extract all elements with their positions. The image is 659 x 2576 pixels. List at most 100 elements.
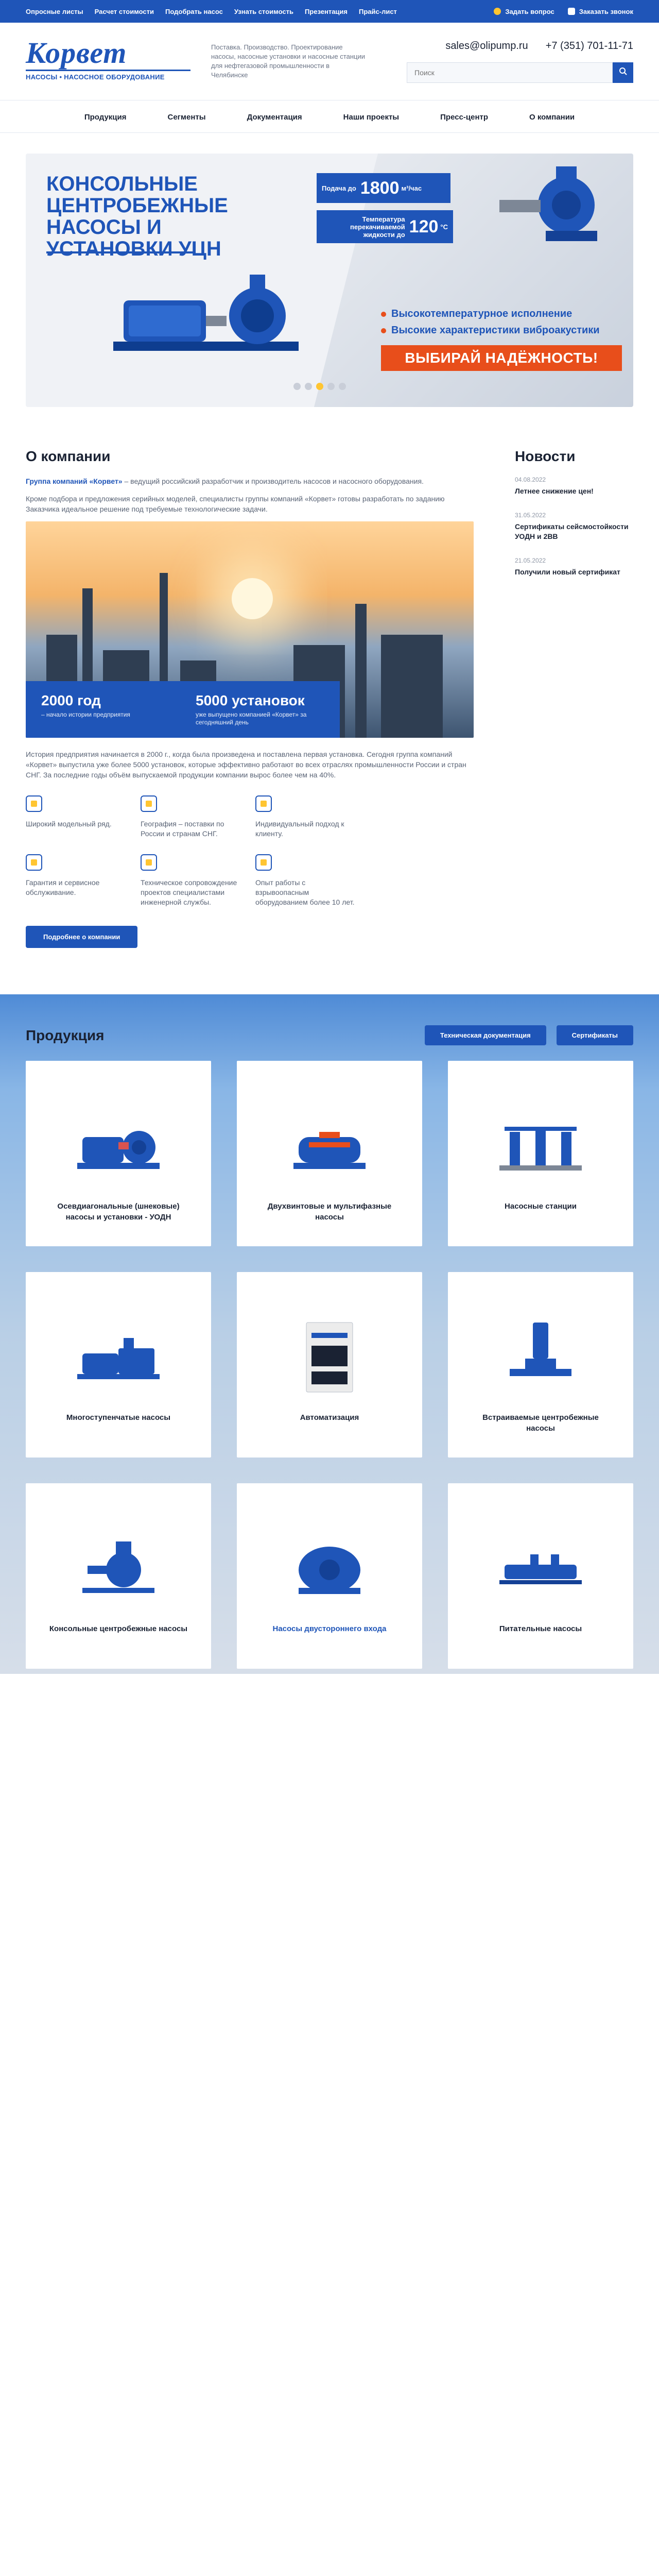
product-card-twin-screw[interactable]: Двухвинтовые и мультифазные насосы [237,1061,422,1246]
catalog-icon [26,795,42,812]
stat-units: 5000 установок уже выпущено компанией «К… [196,692,324,726]
product-card-console[interactable]: Консольные центробежные насосы [26,1483,211,1669]
inline-pump-icon [510,1323,571,1376]
header-contacts: sales@olipump.ru +7 (351) 701-11-71 [407,40,633,83]
banner-cta: ВЫБИРАЙ НАДЁЖНОСТЬ! [381,345,622,371]
ask-question-label: Задать вопрос [505,7,554,15]
certificates-button[interactable]: Сертификаты [556,1025,633,1045]
product-card-double-suction[interactable]: Насосы двустороннего входа [237,1483,422,1669]
nav-about[interactable]: О компании [529,113,575,122]
nav-press-center[interactable]: Пресс-центр [440,113,488,122]
pump-illustration [113,275,299,351]
pump-station-icon [499,1127,582,1171]
top-link-get-price[interactable]: Узнать стоимость [234,8,293,15]
about-brand: Группа компаний «Корвет» [26,477,123,485]
nav-segments[interactable]: Сегменты [168,113,206,122]
advantage-support: Техническое сопровождение проектов специ… [141,854,244,907]
news-item[interactable]: 31.05.2022 Сертификаты сейсмостойкости У… [515,512,633,541]
news-title: Новости [515,448,576,464]
news-date: 04.08.2022 [515,476,546,483]
console-pump-icon [82,1541,154,1593]
slider-dot[interactable] [327,383,335,390]
banner-feature-2: Высокие характеристики виброакустики [381,325,600,336]
product-card-inline[interactable]: Встраиваемые центробежные насосы [448,1272,633,1458]
industrial-photo: 2000 год – начало истории предприятия 50… [26,521,474,738]
top-links: Опросные листы Расчет стоимости Подобрат… [26,8,397,15]
control-panel-icon [306,1322,353,1393]
logo[interactable]: Корвет НАСОСЫ • НАСОСНОЕ ОБОРУДОВАНИЕ [26,37,190,86]
hero-banner[interactable]: Консольные центробежные насосы и установ… [26,154,633,407]
tech-docs-button[interactable]: Техническая документация [424,1025,546,1045]
news-date: 31.05.2022 [515,512,546,519]
product-card-title: Насосные станции [505,1202,577,1211]
banner-divider [46,251,196,253]
news-headline[interactable]: Получили новый сертификат [515,567,633,577]
callback-link[interactable]: Заказать звонок [567,8,633,15]
search-button[interactable] [613,62,633,83]
flame-icon [255,854,272,871]
stat-units-value: 5000 установок [196,692,305,708]
logo-subtitle: НАСОСЫ • НАСОСНОЕ ОБОРУДОВАНИЕ [26,70,190,81]
advantage-text: География – поставки по России и странам… [141,820,224,838]
advantage-empty [370,795,474,839]
about-intro: Группа компаний «Корвет» – ведущий росси… [26,476,474,486]
pump-photo [499,166,597,241]
top-link-pick-pump[interactable]: Подобрать насос [165,8,223,15]
top-link-price-list[interactable]: Прайс-лист [359,8,397,15]
banner-feature-1-text: Высокотемпературное исполнение [391,308,573,319]
stat-year-value: 2000 год [41,692,101,708]
ask-question-link[interactable]: Задать вопрос [494,8,554,15]
nav-documentation[interactable]: Документация [247,113,302,122]
stat-year-desc: – начало истории предприятия [41,711,130,718]
advantage-individual: Индивидуальный подход к клиенту. [255,795,359,839]
products-section: Продукция Техническая документация Серти… [0,994,659,1674]
map-icon [141,795,157,812]
top-link-questionnaires[interactable]: Опросные листы [26,8,83,15]
wrench-icon [141,854,157,871]
feed-pump-icon [499,1554,582,1584]
about-more-button[interactable]: Подробнее о компании [26,926,138,948]
chimney [355,604,367,738]
spec-temp-value: 120 [409,216,439,236]
product-card-title: Насосы двустороннего входа [272,1624,387,1633]
header-email[interactable]: sales@olipump.ru [445,40,528,52]
product-card-uodn[interactable]: Осевдиагональные (шнековые) насосы и уст… [26,1061,211,1246]
nav-projects[interactable]: Наши проекты [343,113,399,122]
product-card-multistage[interactable]: Многоступенчатые насосы [26,1272,211,1458]
news-section: Новости 04.08.2022 Летнее снижение цен! … [515,448,633,948]
product-card-title: Питательные насосы [499,1624,582,1633]
product-grid: Осевдиагональные (шнековые) насосы и уст… [26,1061,633,1669]
search-icon [619,67,627,75]
news-headline[interactable]: Сертификаты сейсмостойкости УОДН и 2ВВ [515,522,633,541]
building [381,635,443,738]
news-item[interactable]: 21.05.2022 Получили новый сертификат [515,557,633,577]
product-card-title: Встраиваемые центробежные насосы [482,1413,599,1433]
top-link-cost-calc[interactable]: Расчет стоимости [95,8,154,15]
top-bar: Опросные листы Расчет стоимости Подобрат… [0,0,659,23]
products-title: Продукция [26,1027,105,1043]
news-headline[interactable]: Летнее снижение цен! [515,486,633,496]
advantage-text: Опыт работы с взрывоопасным оборудование… [255,878,355,906]
about-title: О компании [26,448,111,464]
handshake-icon [255,795,272,812]
slider-dot[interactable] [293,383,301,390]
news-item[interactable]: 04.08.2022 Летнее снижение цен! [515,476,633,496]
search-input[interactable] [407,62,613,83]
nav-products[interactable]: Продукция [84,113,127,122]
product-card-feed[interactable]: Питательные насосы [448,1483,633,1669]
slider-dot[interactable] [305,383,312,390]
slider-dot-active[interactable] [316,383,323,390]
top-link-presentation[interactable]: Презентация [305,8,348,15]
advantage-warranty: Гарантия и сервисное обслуживание. [26,854,129,907]
stat-units-desc: уже выпущено компанией «Корвет» за сегод… [196,711,307,726]
product-card-title: Консольные центробежные насосы [49,1624,188,1633]
product-card-automation[interactable]: Автоматизация [237,1272,422,1458]
tagline: Поставка. Производство. Проектирование н… [211,43,365,79]
multistage-pump-icon [77,1338,160,1379]
product-card-title: Осевдиагональные (шнековые) насосы и уст… [57,1202,180,1222]
slider-dot[interactable] [339,383,346,390]
advantage-text: Гарантия и сервисное обслуживание. [26,878,100,896]
header-phone[interactable]: +7 (351) 701-11-71 [546,40,633,52]
advantages-list: Широкий модельный ряд. География – поста… [26,795,474,907]
product-card-stations[interactable]: Насосные станции [448,1061,633,1246]
